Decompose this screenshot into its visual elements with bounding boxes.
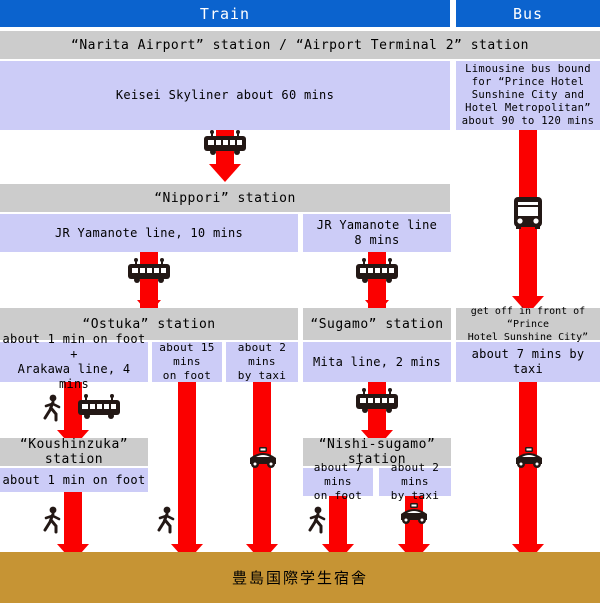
taxi-icon — [516, 447, 542, 468]
walking-person-icon — [308, 506, 326, 534]
tram-icon — [204, 130, 246, 155]
tram-icon — [356, 388, 398, 413]
bus-icon — [514, 197, 542, 229]
station-ostuka-label: “Ostuka” station — [82, 316, 216, 332]
leg-nishisugamo-taxi-label: about 2 mins by taxi — [390, 461, 440, 502]
leg-bus-stop-taxi: about 7 mins by taxi — [456, 342, 600, 382]
origin-station-label: “Narita Airport” station / “Airport Term… — [71, 37, 529, 53]
leg-koushinzuka-walk: about 1 min on foot — [0, 468, 148, 492]
walking-person-icon — [43, 506, 61, 534]
leg-mita-line: Mita line, 2 mins — [303, 342, 451, 382]
bus-stop-prince-hotel: get off in front of “Prince Hotel Sunshi… — [456, 306, 600, 343]
taxi-icon — [250, 447, 276, 468]
leg-arakawa-line: about 1 min on foot + Arakawa line, 4 mi… — [0, 332, 148, 391]
column-header-train: Train — [0, 0, 450, 27]
leg-mita-line-label: Mita line, 2 mins — [313, 354, 441, 369]
leg-yamanote-to-ostuka-label: JR Yamanote line, 10 mins — [54, 225, 244, 240]
arrow-head-skyliner — [209, 164, 241, 182]
station-sugamo: “Sugamo” station — [303, 308, 451, 340]
column-header-bus-label: Bus — [512, 4, 544, 23]
arrow-shaft-ostuka-walk — [178, 382, 196, 548]
tram-icon — [128, 258, 170, 283]
destination-banner: 豊島国際学生宿舎 — [0, 552, 600, 603]
leg-yamanote-to-sugamo: JR Yamanote line 8 mins — [303, 214, 451, 252]
leg-yamanote-to-sugamo-label: JR Yamanote line 8 mins — [316, 218, 438, 247]
leg-koushinzuka-walk-label: about 1 min on foot — [2, 472, 146, 487]
column-header-bus: Bus — [456, 0, 600, 27]
station-sugamo-label: “Sugamo” station — [310, 316, 444, 332]
leg-bus-stop-taxi-label: about 7 mins by taxi — [471, 347, 585, 376]
leg-ostuka-taxi: about 2 mins by taxi — [226, 341, 298, 382]
tram-icon — [356, 258, 398, 283]
station-nippori-label: “Nippori” station — [154, 190, 296, 206]
transit-route-diagram: Train Bus “Narita Airport” station / “Ai… — [0, 0, 600, 603]
leg-ostuka-walk: about 15 mins on foot — [152, 341, 222, 382]
leg-limousine-bus: Limousine bus bound for “Prince Hotel Su… — [456, 61, 600, 130]
station-koushinzuka: “Koushinzuka” station — [0, 437, 148, 467]
origin-station: “Narita Airport” station / “Airport Term… — [0, 31, 600, 59]
destination-label: 豊島国際学生宿舎 — [231, 569, 368, 587]
leg-keisei-skyliner-label: Keisei Skyliner about 60 mins — [115, 88, 335, 102]
arrow-shaft-koushinzuka-walk — [64, 492, 82, 548]
leg-nishisugamo-taxi: about 2 mins by taxi — [379, 461, 451, 502]
station-koushinzuka-label: “Koushinzuka” station — [19, 437, 129, 467]
walking-person-icon — [157, 506, 175, 534]
station-nippori: “Nippori” station — [0, 184, 450, 212]
leg-ostuka-walk-label: about 15 mins on foot — [159, 341, 215, 382]
leg-arakawa-line-label: about 1 min on foot + Arakawa line, 4 mi… — [2, 332, 146, 391]
walking-person-icon — [43, 394, 61, 422]
column-header-train-label: Train — [199, 4, 251, 23]
leg-keisei-skyliner: Keisei Skyliner about 60 mins — [0, 61, 450, 130]
leg-nishisugamo-walk-label: about 7 mins on foot — [313, 461, 363, 502]
leg-ostuka-taxi-label: about 2 mins by taxi — [237, 341, 287, 382]
leg-yamanote-to-ostuka: JR Yamanote line, 10 mins — [0, 214, 298, 252]
leg-limousine-bus-label: Limousine bus bound for “Prince Hotel Su… — [461, 63, 595, 127]
leg-nishisugamo-walk: about 7 mins on foot — [303, 461, 373, 502]
bus-stop-prince-hotel-label: get off in front of “Prince Hotel Sunshi… — [467, 305, 589, 343]
tram-icon — [78, 394, 120, 419]
taxi-icon — [401, 503, 427, 524]
